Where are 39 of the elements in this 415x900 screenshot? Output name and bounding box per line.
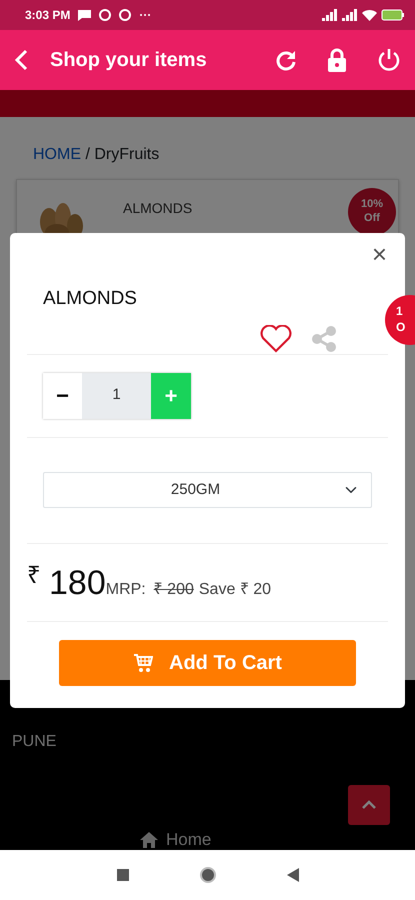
home-button-icon[interactable]	[198, 866, 216, 884]
home-link[interactable]: Home	[166, 827, 212, 850]
address-city: PUNE	[12, 732, 56, 752]
message-icon	[78, 10, 92, 20]
signal-icon	[322, 9, 338, 21]
variant-dropdown[interactable]: 250GM	[43, 472, 372, 508]
savings-text: Save ₹ 20	[198, 580, 272, 600]
wifi-icon	[362, 9, 377, 21]
more-notifications: ···	[139, 7, 152, 24]
refresh-icon[interactable]	[275, 49, 297, 71]
cart-icon	[133, 652, 154, 672]
mrp-price: ₹ 200	[154, 580, 194, 600]
dialog-title: ALMONDS	[43, 287, 137, 311]
price: 180	[49, 562, 106, 604]
battery-icon	[381, 9, 405, 21]
breadcrumb-separator: /	[85, 146, 90, 163]
currency-symbol: ₹	[27, 560, 41, 590]
signal-icon	[342, 9, 358, 21]
back-nav-icon[interactable]	[286, 868, 298, 882]
lock-icon[interactable]	[327, 48, 347, 72]
mrp-label: MRP:	[106, 580, 146, 600]
back-icon[interactable]	[14, 49, 28, 71]
notification-icon	[99, 9, 112, 21]
product-name: ALMONDS	[123, 199, 192, 218]
add-to-cart-button[interactable]: Add To Cart	[59, 640, 356, 686]
recents-icon[interactable]	[116, 869, 128, 881]
scroll-top-button[interactable]	[348, 785, 390, 825]
heart-icon[interactable]	[260, 324, 292, 352]
status-time: 3:03 PM	[25, 7, 70, 24]
breadcrumb-link[interactable]: HOME	[33, 146, 81, 163]
breadcrumb-current: DryFruits	[94, 146, 160, 163]
app-bar-title: Shop your items	[50, 48, 207, 73]
quantity-field[interactable]: 1	[82, 372, 151, 418]
decrease-button[interactable]: −	[43, 372, 82, 418]
caret-icon	[361, 800, 377, 810]
power-icon[interactable]	[377, 48, 401, 72]
home-icon[interactable]	[140, 832, 158, 848]
discount-badge: 10% Off	[348, 188, 396, 236]
notification-icon	[119, 9, 132, 21]
